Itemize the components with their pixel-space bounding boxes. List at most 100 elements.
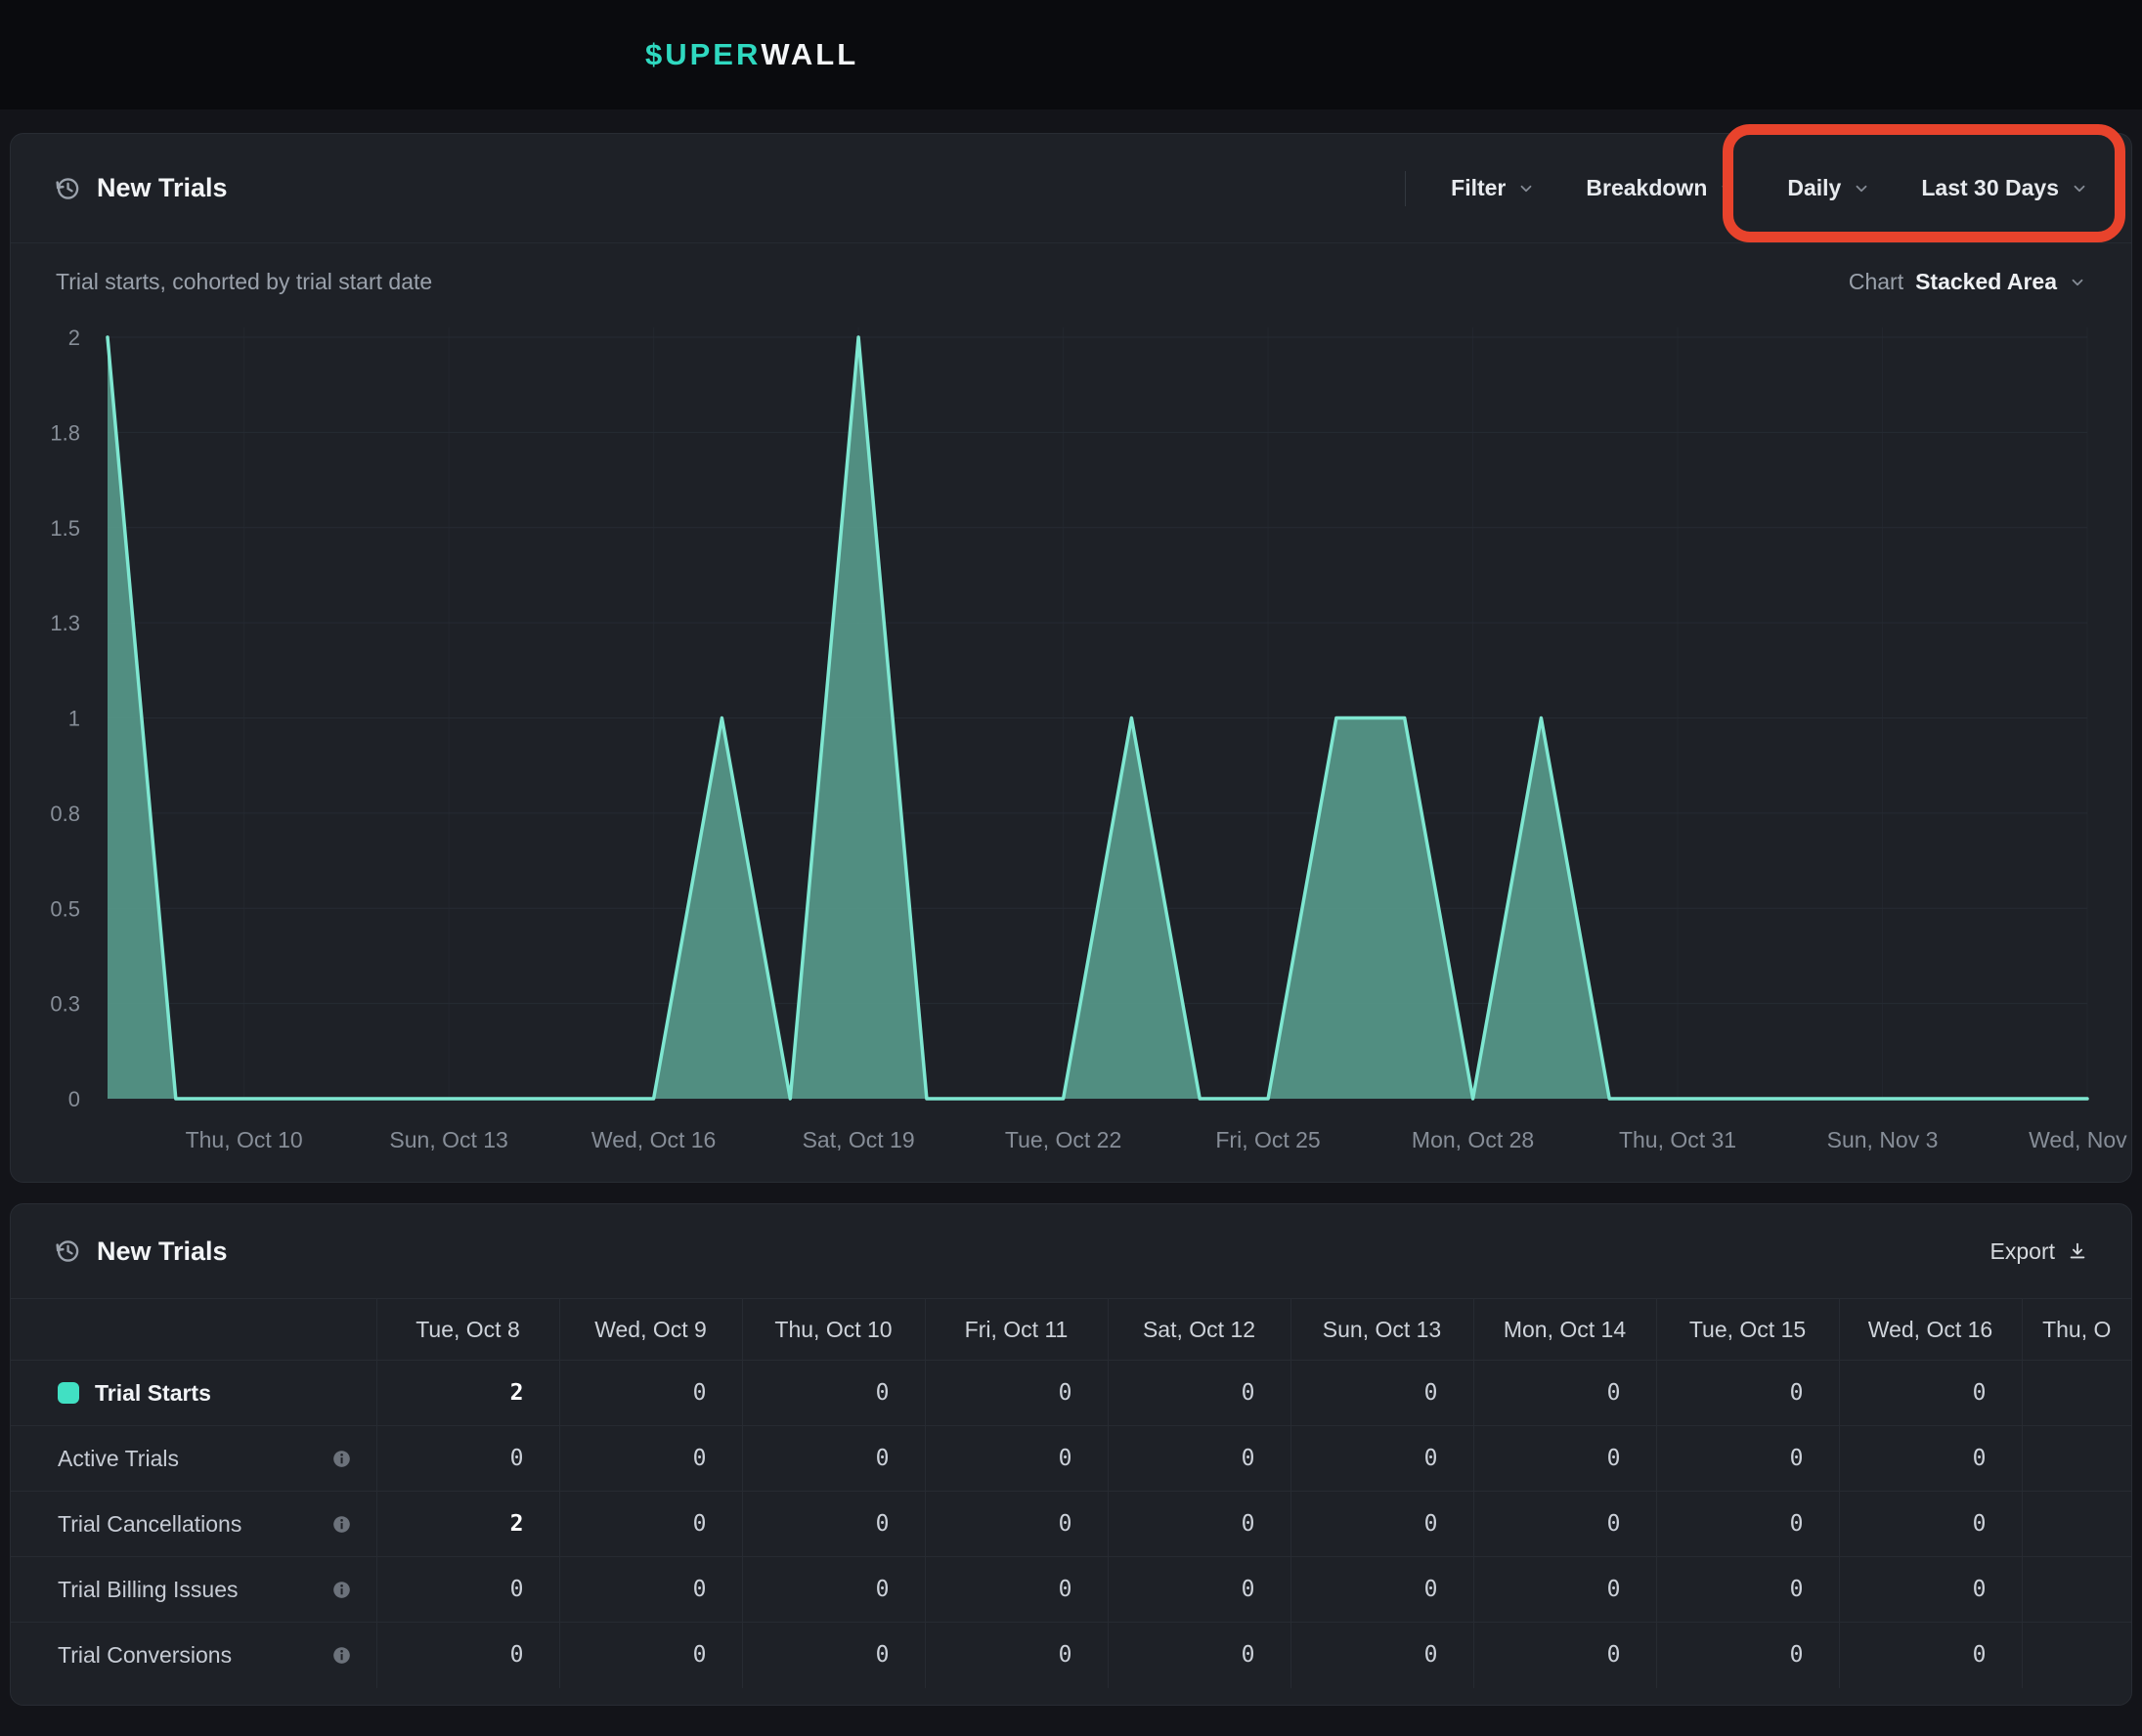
new-trials-chart-card: New Trials Filter Breakdown Daily Last 3… <box>10 133 2132 1183</box>
table-cell: 0 <box>742 1557 925 1623</box>
table-cell: 0 <box>559 1557 742 1623</box>
column-header: Thu, O <box>2022 1299 2131 1361</box>
breakdown-button[interactable]: Breakdown <box>1586 175 1736 201</box>
table-cell: 0 <box>1290 1492 1473 1557</box>
row-label-cell: Trial Cancellations <box>11 1492 376 1557</box>
chevron-down-icon <box>1517 180 1535 197</box>
corner-cell <box>11 1299 376 1361</box>
column-header: Tue, Oct 8 <box>376 1299 559 1361</box>
table-cell: 0 <box>1839 1426 2022 1492</box>
table-cell: 0 <box>925 1557 1108 1623</box>
x-tick-label: Wed, Oct 16 <box>591 1127 716 1152</box>
date-range-button[interactable]: Last 30 Days <box>1921 175 2088 201</box>
chart-toolbar: Filter Breakdown Daily Last 30 Days <box>1405 171 2088 206</box>
table-row: Trial Billing Issues000000000 <box>11 1557 2131 1623</box>
table-cell: 0 <box>376 1623 559 1688</box>
y-tick-label: 1.3 <box>50 611 80 635</box>
table-cell: 0 <box>1108 1557 1290 1623</box>
column-header: Mon, Oct 14 <box>1473 1299 1656 1361</box>
table-cell: 0 <box>1473 1361 1656 1426</box>
table-cell: 0 <box>925 1492 1108 1557</box>
chevron-down-icon <box>1853 180 1870 197</box>
table-cell: 0 <box>742 1361 925 1426</box>
chart-subtitle: Trial starts, cohorted by trial start da… <box>56 269 432 295</box>
table-cell: 0 <box>559 1426 742 1492</box>
chevron-down-icon <box>2071 180 2088 197</box>
chart-card-header: New Trials Filter Breakdown Daily Last 3… <box>11 134 2131 243</box>
topbar: $UPERWALL <box>0 0 2142 109</box>
table-cell: 0 <box>559 1623 742 1688</box>
column-header: Wed, Oct 16 <box>1839 1299 2022 1361</box>
table-cell <box>2022 1557 2131 1623</box>
x-tick-label: Tue, Oct 22 <box>1005 1127 1121 1152</box>
info-icon[interactable] <box>332 1646 351 1665</box>
table-cell: 0 <box>1108 1623 1290 1688</box>
x-tick-label: Thu, Oct 31 <box>1619 1127 1736 1152</box>
table-cell: 0 <box>742 1426 925 1492</box>
table-cell: 0 <box>1290 1557 1473 1623</box>
x-tick-label: Wed, Nov 6 <box>2029 1127 2133 1152</box>
x-tick-label: Thu, Oct 10 <box>186 1127 303 1152</box>
table-cell: 0 <box>1839 1623 2022 1688</box>
export-button[interactable]: Export <box>1990 1238 2088 1265</box>
info-icon[interactable] <box>332 1515 351 1534</box>
chevron-down-icon <box>2069 274 2086 291</box>
breakdown-label: Breakdown <box>1586 175 1707 201</box>
row-label: Trial Cancellations <box>58 1511 241 1538</box>
table-row: Active Trials000000000 <box>11 1426 2131 1492</box>
x-tick-label: Mon, Oct 28 <box>1412 1127 1534 1152</box>
table-cell: 0 <box>376 1426 559 1492</box>
x-tick-label: Sat, Oct 19 <box>803 1127 915 1152</box>
row-label: Trial Starts <box>95 1380 211 1407</box>
download-icon <box>2067 1240 2088 1262</box>
y-tick-label: 0.3 <box>50 992 80 1017</box>
legend-swatch <box>58 1382 79 1404</box>
x-tick-label: Fri, Oct 25 <box>1215 1127 1320 1152</box>
granularity-button[interactable]: Daily <box>1787 175 1870 201</box>
table-cell <box>2022 1492 2131 1557</box>
table-cell: 0 <box>376 1557 559 1623</box>
logo-suffix: WALL <box>761 37 858 72</box>
table-cell: 0 <box>1839 1557 2022 1623</box>
y-tick-label: 0.5 <box>50 896 80 921</box>
table-cell: 0 <box>1656 1557 1839 1623</box>
row-label: Active Trials <box>58 1446 179 1472</box>
table-cell: 2 <box>376 1492 559 1557</box>
column-header: Thu, Oct 10 <box>742 1299 925 1361</box>
table-cell: 0 <box>1290 1623 1473 1688</box>
table-cell: 2 <box>376 1361 559 1426</box>
table-cell: 0 <box>1290 1426 1473 1492</box>
table-cell <box>2022 1426 2131 1492</box>
new-trials-table-card: New Trials Export Tue, Oct 8Wed, Oct 9Th… <box>10 1203 2132 1706</box>
table-cell: 0 <box>1656 1426 1839 1492</box>
table-cell: 0 <box>1473 1426 1656 1492</box>
table-row: Trial Starts200000000 <box>11 1361 2131 1426</box>
table-cell: 0 <box>559 1361 742 1426</box>
chevron-down-icon <box>1719 180 1736 197</box>
table-cell: 0 <box>1108 1426 1290 1492</box>
chart-type-dropdown[interactable]: Chart Stacked Area <box>1849 269 2086 295</box>
table-cell: 0 <box>925 1426 1108 1492</box>
column-header: Fri, Oct 11 <box>925 1299 1108 1361</box>
table-cell: 0 <box>1290 1361 1473 1426</box>
toolbar-divider <box>1405 171 1406 206</box>
y-tick-label: 1.8 <box>50 420 80 445</box>
table-cell: 0 <box>1839 1361 2022 1426</box>
granularity-label: Daily <box>1787 175 1841 201</box>
column-header: Sat, Oct 12 <box>1108 1299 1290 1361</box>
info-icon[interactable] <box>332 1581 351 1599</box>
row-label: Trial Billing Issues <box>58 1577 238 1603</box>
chart-type-label: Chart <box>1849 269 1903 295</box>
table-cell: 0 <box>1656 1361 1839 1426</box>
x-tick-label: Sun, Nov 3 <box>1827 1127 1939 1152</box>
row-label-cell: Trial Conversions <box>11 1623 376 1688</box>
table-header-row: Tue, Oct 8Wed, Oct 9Thu, Oct 10Fri, Oct … <box>11 1299 2131 1361</box>
info-icon[interactable] <box>332 1450 351 1468</box>
table-cell <box>2022 1361 2131 1426</box>
y-tick-label: 0.8 <box>50 802 80 826</box>
filter-button[interactable]: Filter <box>1451 175 1535 201</box>
superwall-logo: $UPERWALL <box>645 0 858 109</box>
table-cell: 0 <box>559 1492 742 1557</box>
y-tick-label: 1.5 <box>50 516 80 541</box>
row-label-cell: Trial Starts <box>11 1361 376 1426</box>
